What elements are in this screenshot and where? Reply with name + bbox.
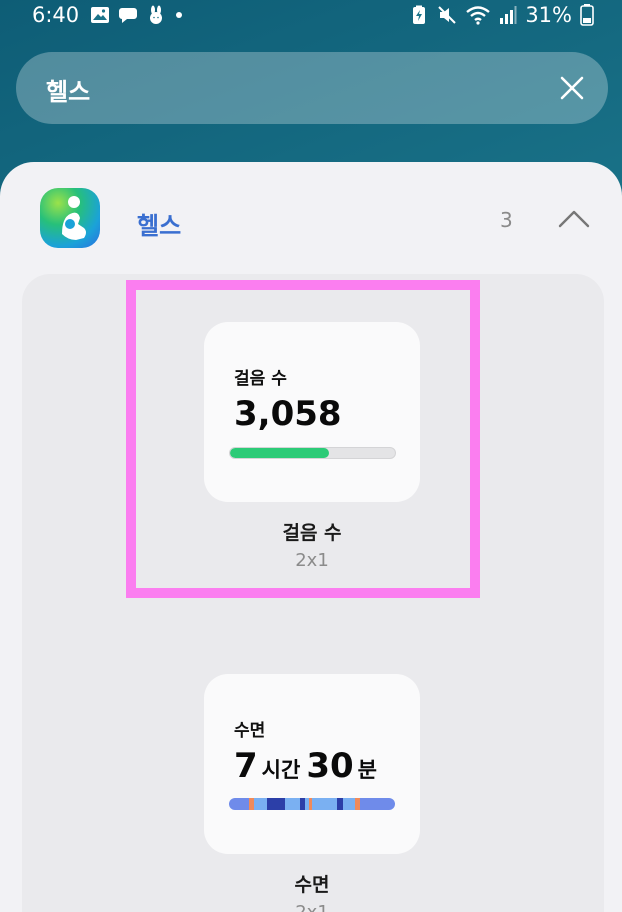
steps-label: 걸음 수 <box>234 369 287 389</box>
sleep-stage-segment <box>336 798 344 810</box>
gallery-icon <box>91 7 109 23</box>
steps-value: 3,058 <box>234 394 342 434</box>
sleep-hours-unit: 시간 <box>261 758 301 782</box>
sleep-duration: 7 시간 30 분 <box>234 746 383 786</box>
steps-progress-fill <box>230 448 329 458</box>
sleep-minutes: 30 <box>306 746 354 786</box>
widget-size: 2x1 <box>295 550 329 571</box>
widget-panel: 헬스 3 걸음 수 3,058 걸음 수 2x1 수면 7시간30분 수면 2x… <box>0 162 622 912</box>
sleep-stage-segment <box>285 798 301 810</box>
chat-bubble-icon <box>119 8 137 23</box>
widget-size: 2x1 <box>204 902 420 912</box>
sleep-stage-segment <box>311 798 337 810</box>
sleep-stage-segment <box>253 798 268 810</box>
sleep-stage-segment <box>267 798 286 810</box>
rabbit-icon <box>150 5 162 24</box>
signal-icon <box>500 6 517 24</box>
widget-title: 걸음 수 <box>282 522 342 544</box>
search-input[interactable]: 헬스 <box>46 72 90 107</box>
dot-icon <box>176 12 182 18</box>
mute-icon <box>438 6 457 24</box>
status-time: 6:40 <box>32 3 80 27</box>
status-bar: 6:40 31% <box>0 0 622 34</box>
app-group-header[interactable]: 헬스 3 <box>0 162 622 272</box>
sleep-widget-preview[interactable]: 수면 7 시간 30 분 <box>204 674 420 854</box>
sleep-stage-segment <box>360 798 395 810</box>
status-system-icons: 31% <box>409 3 594 27</box>
chevron-up-icon[interactable] <box>556 206 592 230</box>
widget-count: 3 <box>500 208 513 232</box>
wifi-icon <box>466 6 491 25</box>
sleep-stage-segment <box>229 798 249 810</box>
sleep-stage-segment <box>343 798 356 810</box>
widget-list: 걸음 수 3,058 걸음 수 2x1 수면 7시간30분 수면 2x1 <box>22 274 604 912</box>
battery-icon <box>580 4 594 26</box>
sleep-minutes-unit: 분 <box>357 758 377 782</box>
steps-widget-preview[interactable]: 걸음 수 3,058 <box>204 322 420 502</box>
steps-progress-bar <box>229 447 396 459</box>
sleep-hours: 7 <box>234 746 258 786</box>
status-notification-icons <box>90 5 184 25</box>
sleep-label: 수면 <box>234 721 266 741</box>
close-icon[interactable] <box>558 74 586 102</box>
battery-percent: 31% <box>525 3 572 27</box>
search-bar[interactable]: 헬스 <box>16 52 608 124</box>
app-name: 헬스 <box>137 212 182 240</box>
widget-title: 수면 <box>294 874 330 896</box>
runner-icon <box>62 196 86 240</box>
battery-saver-icon <box>413 5 426 24</box>
health-app-icon <box>40 188 100 248</box>
sleep-stages-bar <box>229 798 395 810</box>
